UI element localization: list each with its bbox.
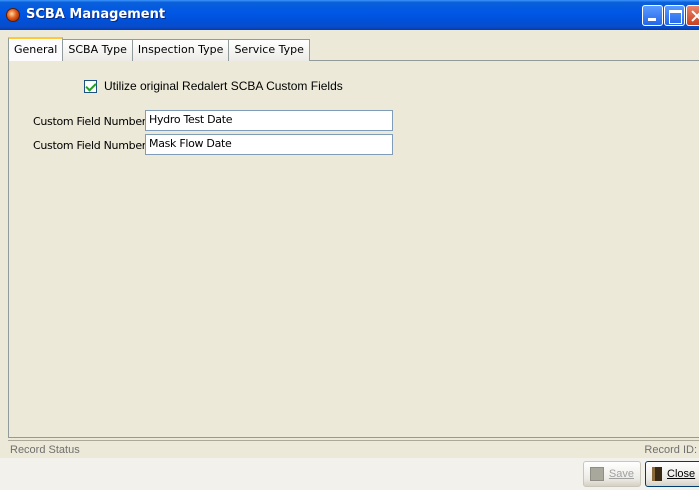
status-bar: Record Status Record ID: [8,440,699,458]
tab-inspection-type[interactable]: Inspection Type [131,39,230,61]
save-button[interactable]: Save [583,461,641,487]
tab-scba-type[interactable]: SCBA Type [62,39,133,61]
close-button-label: Close [667,468,696,480]
custom-fields-checkbox-label: Utilize original Redalert SCBA Custom Fi… [104,79,343,93]
app-icon [6,8,20,22]
tab-service-type[interactable]: Service Type [228,39,310,61]
maximize-button[interactable] [664,5,685,26]
custom-field-2-label: Custom Field Number 2 [33,139,156,152]
minimize-button[interactable] [642,5,663,26]
record-id-label: Record ID: [644,444,697,456]
close-button[interactable]: Close [645,461,699,487]
title-bar[interactable]: SCBA Management [0,0,699,30]
button-bar: Save Close [0,458,699,490]
door-icon [652,467,662,481]
window-title: SCBA Management [26,7,166,22]
record-status-label: Record Status [10,444,80,456]
custom-fields-checkbox-row[interactable]: Utilize original Redalert SCBA Custom Fi… [84,79,343,93]
custom-field-1-label: Custom Field Number 1 [33,115,156,128]
close-window-button[interactable] [686,5,699,26]
custom-field-1-input[interactable]: Hydro Test Date [145,110,393,131]
custom-field-2-input[interactable]: Mask Flow Date [145,134,393,155]
tab-strip: General SCBA Type Inspection Type Servic… [8,37,310,61]
save-button-label: Save [608,468,634,480]
custom-fields-checkbox[interactable] [84,79,97,93]
tab-general[interactable]: General [8,37,64,61]
save-icon [590,467,604,481]
